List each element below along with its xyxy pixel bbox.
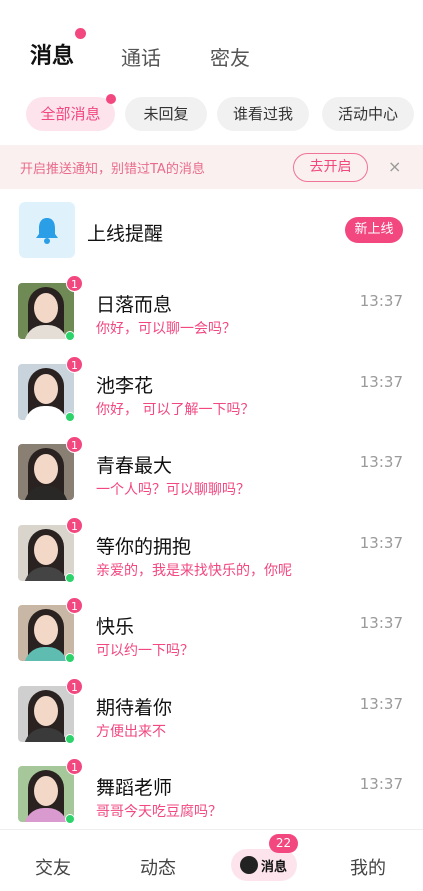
avatar[interactable] (18, 524, 74, 581)
avatar[interactable] (18, 685, 74, 742)
unread-count-badge: 1 (66, 436, 83, 453)
message-list-item[interactable]: 1 池李花你好， 可以了解一下吗？ 13:37 (0, 354, 423, 435)
message-preview: 可以约一下吗？ (96, 643, 194, 659)
message-time: 13:37 (359, 533, 403, 552)
push-banner-text: 开启推送通知，别错过TA的消息 (20, 162, 205, 177)
chip-activity-center-label: 活动中心 (337, 105, 398, 123)
avatar[interactable] (18, 363, 74, 420)
contact-name: 舞蹈老师 (96, 777, 173, 799)
tab-close-friends[interactable]: 密友 (210, 42, 250, 71)
contact-name: 快乐 (96, 616, 135, 638)
bell-icon (36, 218, 58, 244)
message-preview: 方便出来不 (96, 723, 166, 740)
avatar[interactable] (18, 283, 74, 339)
nav-moments[interactable]: 动态 (140, 854, 176, 880)
online-status-dot (65, 814, 75, 824)
tab-close-friends-label: 密友 (210, 46, 250, 70)
message-preview: 一个人吗？可以聊聊吗？ (96, 482, 250, 498)
message-time: 13:37 (359, 292, 403, 310)
filter-chip-bar: 全部消息 未回复 谁看过我 活动中心 (0, 94, 423, 133)
message-preview: 哥哥今天吃豆腐吗？ (96, 804, 222, 820)
message-list-item[interactable]: 1 快乐可以约一下吗？ 13:37 (0, 595, 423, 676)
avatar-face (34, 454, 58, 484)
chip-unreplied-label: 未回复 (143, 105, 189, 123)
unread-count-badge: 1 (66, 516, 83, 534)
contact-name: 日落而息 (96, 294, 173, 316)
chip-who-viewed-me-label: 谁看过我 (232, 105, 293, 123)
message-list: 1 日落而息你好，可以聊一会吗？ 13:37 1 池李花你好， 可以了解一下吗？ 13:3… (0, 273, 423, 837)
tab-messages-dot (75, 28, 87, 39)
online-status-dot (65, 331, 75, 341)
message-list-item[interactable]: 1 等你的拥抱亲爱的，我是来找快乐的，你呢 13:37 (0, 515, 423, 596)
message-time: 13:37 (359, 694, 403, 713)
contact-name: 期待着你 (96, 696, 173, 719)
nav-messages-label: 消息 (261, 860, 288, 875)
tab-calls[interactable]: 通话 (121, 42, 161, 71)
top-tab-bar: 消息 通话 密友 (0, 28, 423, 78)
contact-name: 等你的拥抱 (96, 535, 192, 558)
avatar-face (34, 534, 58, 565)
message-list-item[interactable]: 1 舞蹈老师哥哥今天吃豆腐吗？ 13:37 (0, 756, 423, 837)
avatar-face (34, 373, 58, 404)
avatar-face (34, 776, 58, 806)
reminder-title: 上线提醒 (87, 223, 164, 245)
message-preview: 亲爱的，我是来找快乐的，你呢 (96, 562, 292, 579)
contact-name: 池李花 (96, 374, 154, 397)
message-list-item[interactable]: 1 日落而息你好，可以聊一会吗？ 13:37 (0, 273, 423, 354)
tab-calls-label: 通话 (121, 46, 161, 70)
unread-count-badge: 1 (66, 275, 83, 292)
chip-all-messages[interactable]: 全部消息 (26, 94, 116, 131)
online-status-dot (65, 733, 75, 744)
online-status-dot (65, 572, 75, 583)
unread-count-badge: 1 (66, 677, 83, 695)
unread-count-badge: 1 (66, 355, 83, 373)
tab-messages[interactable]: 消息 (30, 28, 87, 70)
avatar[interactable] (18, 444, 74, 500)
message-list-item[interactable]: 1 青春最大一个人吗？可以聊聊吗？ 13:37 (0, 434, 423, 515)
message-time: 13:37 (359, 372, 403, 391)
bottom-nav: 交友 动态 消息 22 我的 (0, 829, 423, 891)
message-time: 13:37 (359, 453, 403, 471)
chip-activity-center[interactable]: 活动中心 (322, 97, 414, 131)
chip-all-messages-dot (106, 94, 116, 104)
chip-who-viewed-me[interactable]: 谁看过我 (217, 97, 309, 131)
close-icon[interactable]: × (388, 157, 401, 176)
nav-messages-badge: 22 (269, 834, 298, 853)
online-reminder-row[interactable]: 上线提醒 新上线 (0, 200, 423, 264)
avatar-face (34, 293, 58, 323)
unread-count-badge: 1 (66, 758, 83, 775)
new-online-badge: 新上线 (345, 217, 403, 243)
message-time: 13:37 (359, 775, 403, 793)
nav-me[interactable]: 我的 (350, 854, 386, 880)
avatar-face (34, 615, 58, 645)
avatar-face (34, 695, 58, 726)
push-notification-banner: 开启推送通知，别错过TA的消息 去开启 × (0, 145, 423, 189)
enable-push-button[interactable]: 去开启 (293, 153, 368, 182)
avatar[interactable] (18, 766, 74, 822)
online-status-dot (65, 653, 75, 663)
nav-make-friends[interactable]: 交友 (35, 854, 71, 880)
nav-messages[interactable]: 消息 (231, 849, 297, 881)
message-time: 13:37 (359, 614, 403, 632)
reminder-icon-container (19, 202, 75, 258)
message-list-item[interactable]: 1 期待着你方便出来不 13:37 (0, 676, 423, 757)
unread-count-badge: 1 (66, 597, 83, 614)
contact-name: 青春最大 (96, 455, 173, 477)
chip-unreplied[interactable]: 未回复 (125, 97, 207, 131)
chip-all-messages-label: 全部消息 (40, 105, 101, 123)
avatar[interactable] (18, 605, 74, 661)
chat-bubble-icon (240, 856, 258, 874)
online-status-dot (65, 411, 75, 422)
message-preview: 你好，可以聊一会吗？ (96, 321, 236, 337)
tab-messages-label: 消息 (30, 44, 75, 69)
message-preview: 你好， 可以了解一下吗？ (96, 401, 255, 418)
